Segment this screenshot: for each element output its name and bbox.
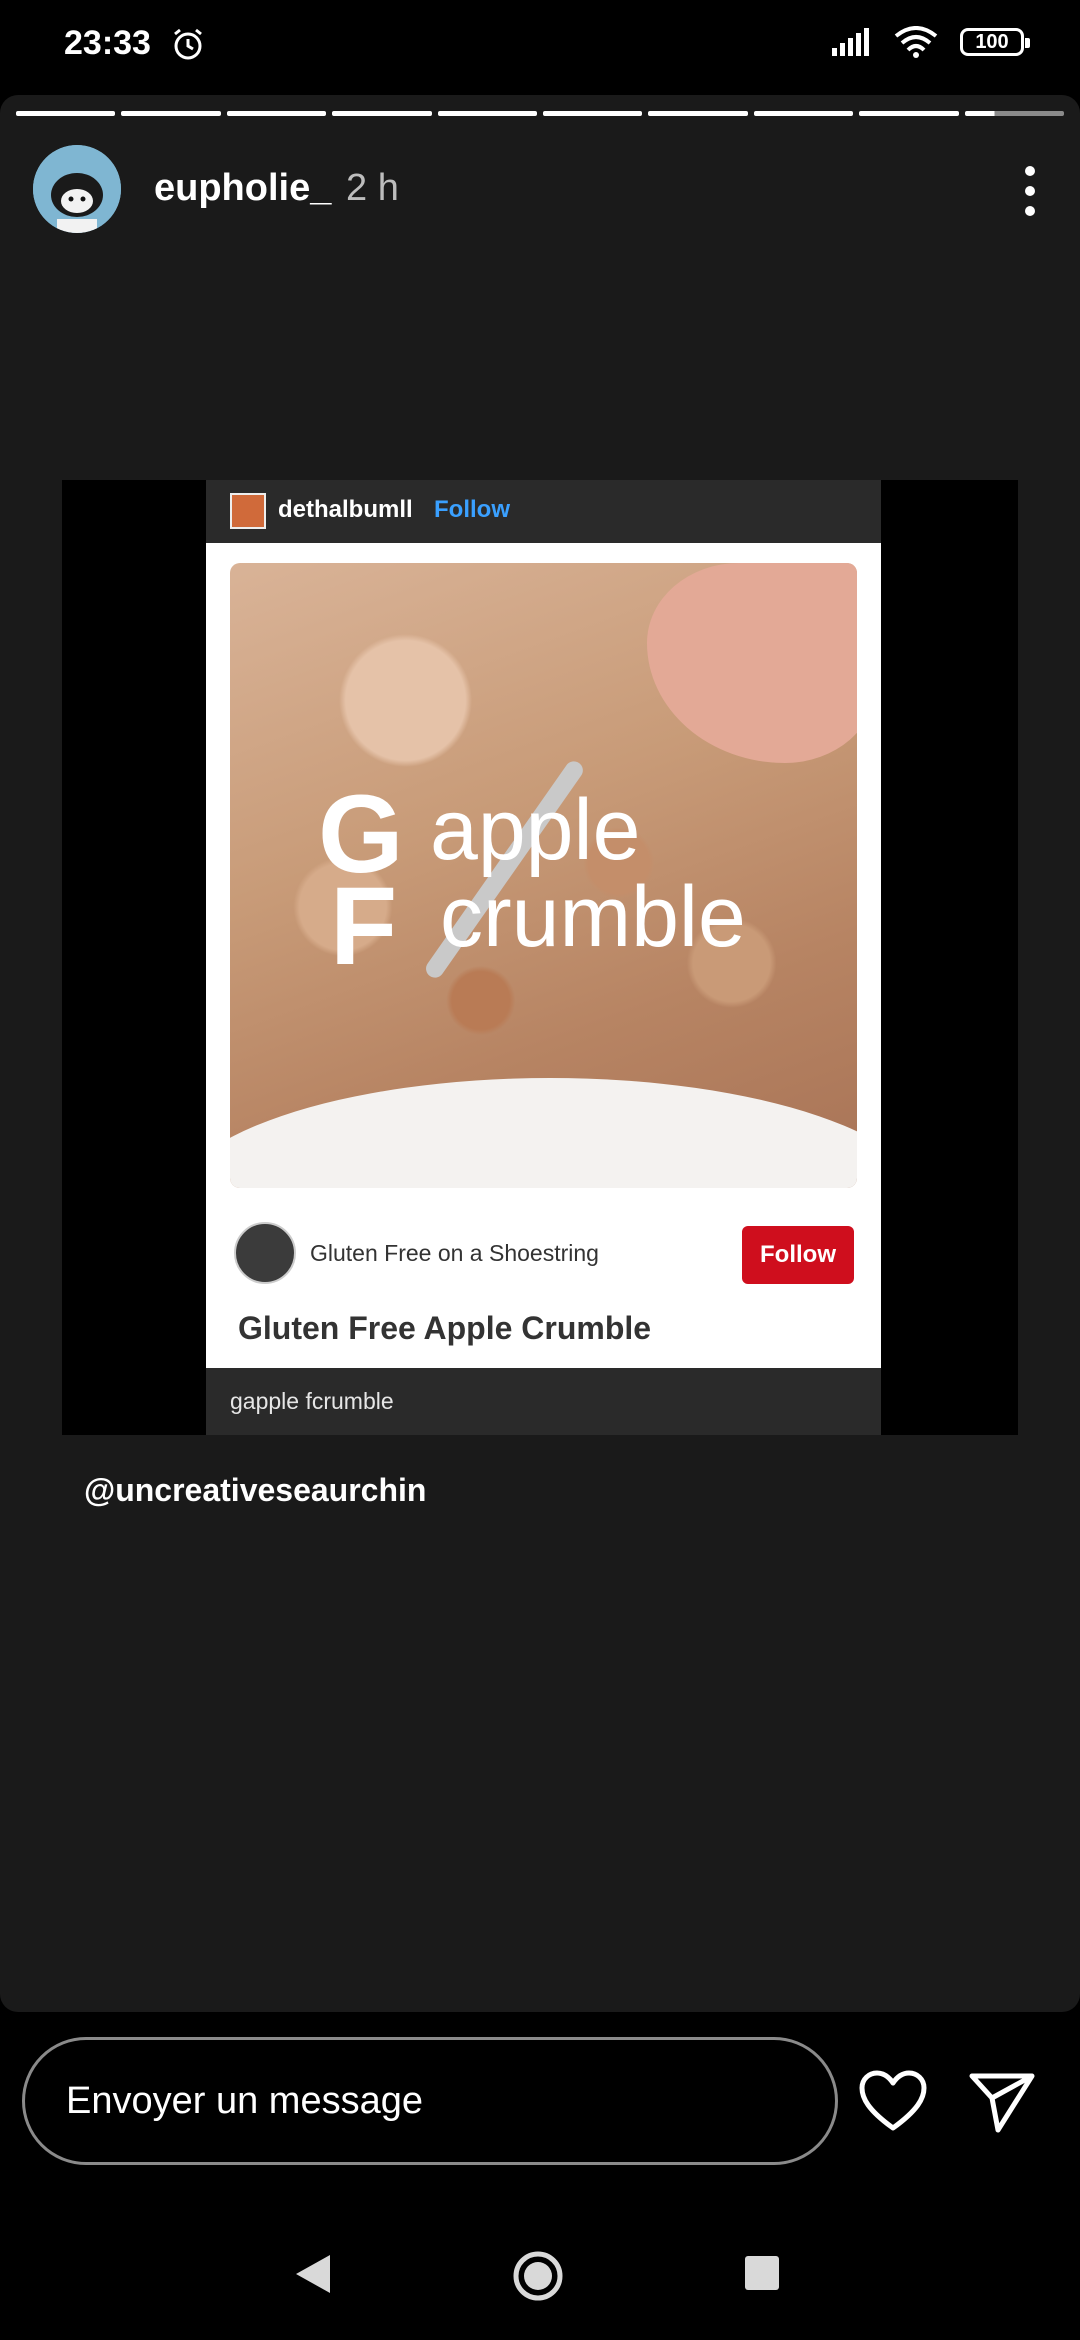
- progress-segment: [648, 111, 748, 116]
- progress-segment: [332, 111, 432, 116]
- photo-letter-f: F: [330, 865, 398, 988]
- back-icon[interactable]: [290, 2251, 336, 2297]
- author-name: Gluten Free on a Shoestring: [310, 1240, 599, 1266]
- author-follow-label: Follow: [760, 1241, 836, 1268]
- more-options-icon[interactable]: [1020, 161, 1040, 221]
- story-username[interactable]: eupholie_: [154, 167, 331, 210]
- progress-segment: [121, 111, 221, 116]
- post-user-thumbnail: [230, 493, 266, 529]
- progress-segment: [753, 111, 854, 116]
- photo-word-crumble: crumble: [440, 869, 746, 965]
- post-header: dethalbumll Follow: [206, 480, 881, 543]
- progress-segment: [859, 111, 959, 116]
- hand-shape: [647, 563, 857, 763]
- progress-segment: [226, 111, 327, 116]
- story-time: 2 h: [346, 167, 399, 209]
- progress-segment: [437, 111, 538, 116]
- story-progress: [16, 111, 1065, 116]
- send-icon[interactable]: [968, 2068, 1036, 2136]
- photo-word-apple: apple: [430, 782, 641, 878]
- post-follow-link: Follow: [434, 496, 510, 523]
- author-follow-button: Follow: [742, 1226, 854, 1284]
- signal-icon: [832, 28, 869, 56]
- progress-segment-current: [964, 111, 1065, 116]
- battery-level: 100: [975, 30, 1009, 53]
- mention-sticker[interactable]: @uncreativeseaurchin: [84, 1472, 426, 1509]
- post-username: dethalbumll: [278, 496, 413, 523]
- recent-apps-icon[interactable]: [745, 2256, 779, 2290]
- alarm-icon: [174, 28, 202, 60]
- message-placeholder: Envoyer un message: [66, 2080, 423, 2122]
- progress-segment: [543, 111, 643, 116]
- progress-segment: [16, 111, 116, 116]
- bowl-shape: [230, 1078, 857, 1188]
- status-bar: 23:33 100: [0, 0, 1080, 95]
- shared-post[interactable]: dethalbumll Follow G apple F crumble Glu…: [206, 480, 881, 1435]
- post-caption: gapple fcrumble: [230, 1388, 394, 1414]
- wifi-icon: [894, 26, 938, 58]
- crumble-photo: G apple F crumble: [230, 563, 857, 1188]
- battery-icon: 100: [960, 28, 1030, 56]
- home-icon[interactable]: [512, 2250, 564, 2302]
- author-avatar: [234, 1222, 296, 1284]
- avatar-illustration-icon: [33, 145, 121, 233]
- heart-icon[interactable]: [858, 2070, 928, 2134]
- status-time: 23:33: [64, 24, 151, 62]
- avatar[interactable]: [33, 145, 121, 233]
- post-caption-bar: gapple fcrumble: [206, 1368, 881, 1435]
- post-title: Gluten Free Apple Crumble: [238, 1310, 652, 1346]
